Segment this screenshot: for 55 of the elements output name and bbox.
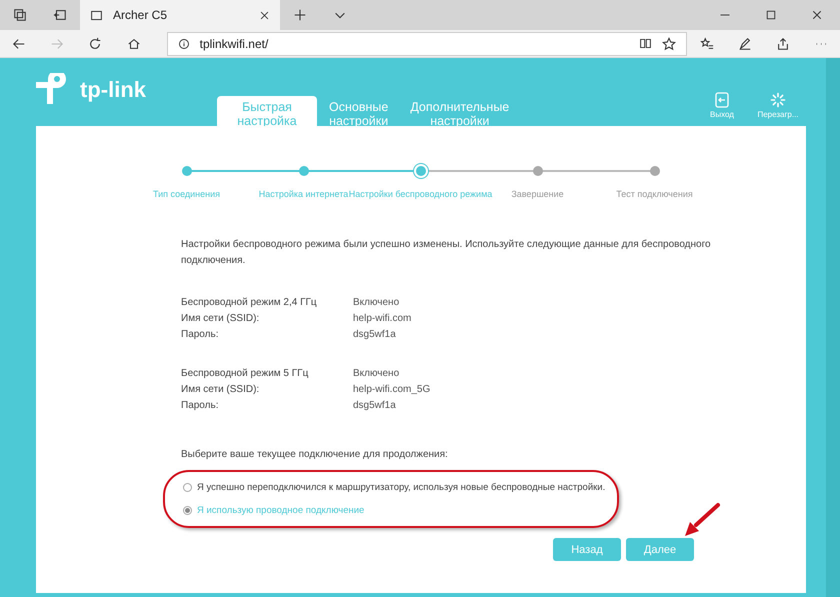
close-icon[interactable] bbox=[259, 10, 270, 20]
step-label: Завершение bbox=[511, 189, 564, 199]
share-icon[interactable] bbox=[776, 36, 790, 50]
maximize-icon[interactable] bbox=[765, 9, 777, 21]
book-icon[interactable] bbox=[639, 37, 652, 50]
field-label: Беспроводной режим 2,4 ГГц bbox=[181, 297, 318, 308]
step-dot bbox=[650, 166, 660, 176]
browser-tab[interactable]: Archer C5 bbox=[80, 0, 280, 30]
nav-tab[interactable]: Быстрая настройка bbox=[217, 96, 317, 126]
field-label: Беспроводной режим 5 ГГц bbox=[181, 368, 310, 379]
success-message: Настройки беспроводного режима были успешно изменены. Используйте следующие данные для беспроводного подключения. bbox=[181, 238, 711, 268]
address-bar[interactable]: tplinkwifi.net/ bbox=[166, 32, 688, 56]
home-icon[interactable] bbox=[126, 36, 141, 50]
step-dot bbox=[416, 166, 426, 176]
option-label[interactable]: Я использую проводное подключение bbox=[197, 505, 364, 516]
url-text: tplinkwifi.net/ bbox=[200, 36, 270, 50]
option-label[interactable]: Я успешно переподключился к маршрутизатору, используя новые беспроводные настройки. bbox=[197, 482, 606, 493]
step-label: Настройки беспроводного режима bbox=[348, 189, 492, 199]
field-value: Включено bbox=[353, 368, 400, 379]
field-value: Включено bbox=[353, 297, 400, 308]
action-label[interactable]: Выход bbox=[710, 110, 734, 119]
tab-aside-icon[interactable] bbox=[53, 8, 67, 22]
field-label: Пароль: bbox=[181, 400, 220, 411]
action-label[interactable]: Перезагр... bbox=[757, 110, 799, 119]
radio-button[interactable] bbox=[183, 506, 192, 515]
field-label: Пароль: bbox=[181, 329, 220, 340]
nav-tab[interactable]: Основные настройки bbox=[319, 96, 398, 126]
field-label: Имя сети (SSID): bbox=[181, 384, 260, 395]
field-value: help-wifi.com_5G bbox=[353, 384, 432, 395]
scrollbar[interactable] bbox=[826, 58, 840, 597]
tabs-icon[interactable] bbox=[13, 8, 27, 22]
plus-icon[interactable] bbox=[293, 8, 307, 22]
radio-button[interactable] bbox=[183, 483, 192, 492]
nav-button[interactable]: Далее bbox=[626, 538, 694, 561]
pen-icon[interactable] bbox=[738, 36, 752, 50]
field-label: Имя сети (SSID): bbox=[181, 313, 260, 324]
nav-button[interactable]: Назад bbox=[553, 538, 621, 561]
tab-title: Archer C5 bbox=[113, 8, 168, 22]
star-icon[interactable] bbox=[662, 36, 676, 50]
info-icon[interactable] bbox=[178, 38, 190, 50]
step-label: Настройка интернета bbox=[258, 189, 348, 199]
nav-tab[interactable]: Дополнительные настройки bbox=[400, 96, 520, 126]
refresh-icon[interactable] bbox=[88, 36, 102, 50]
field-value: dsg5wf1a bbox=[353, 400, 397, 411]
close-icon[interactable] bbox=[811, 9, 823, 21]
field-value: dsg5wf1a bbox=[353, 329, 397, 340]
page-icon[interactable] bbox=[90, 8, 103, 22]
step-label: Тест подключения bbox=[616, 189, 693, 199]
logo-text: tp-link bbox=[80, 77, 146, 103]
prompt-text: Выберите ваше текущее подключение для продолжения: bbox=[181, 449, 449, 460]
back-icon[interactable] bbox=[12, 36, 26, 50]
step-label: Тип соединения bbox=[152, 189, 220, 199]
field-value: help-wifi.com bbox=[353, 313, 412, 324]
step-dot bbox=[532, 166, 542, 176]
favorites-icon[interactable] bbox=[700, 36, 714, 50]
